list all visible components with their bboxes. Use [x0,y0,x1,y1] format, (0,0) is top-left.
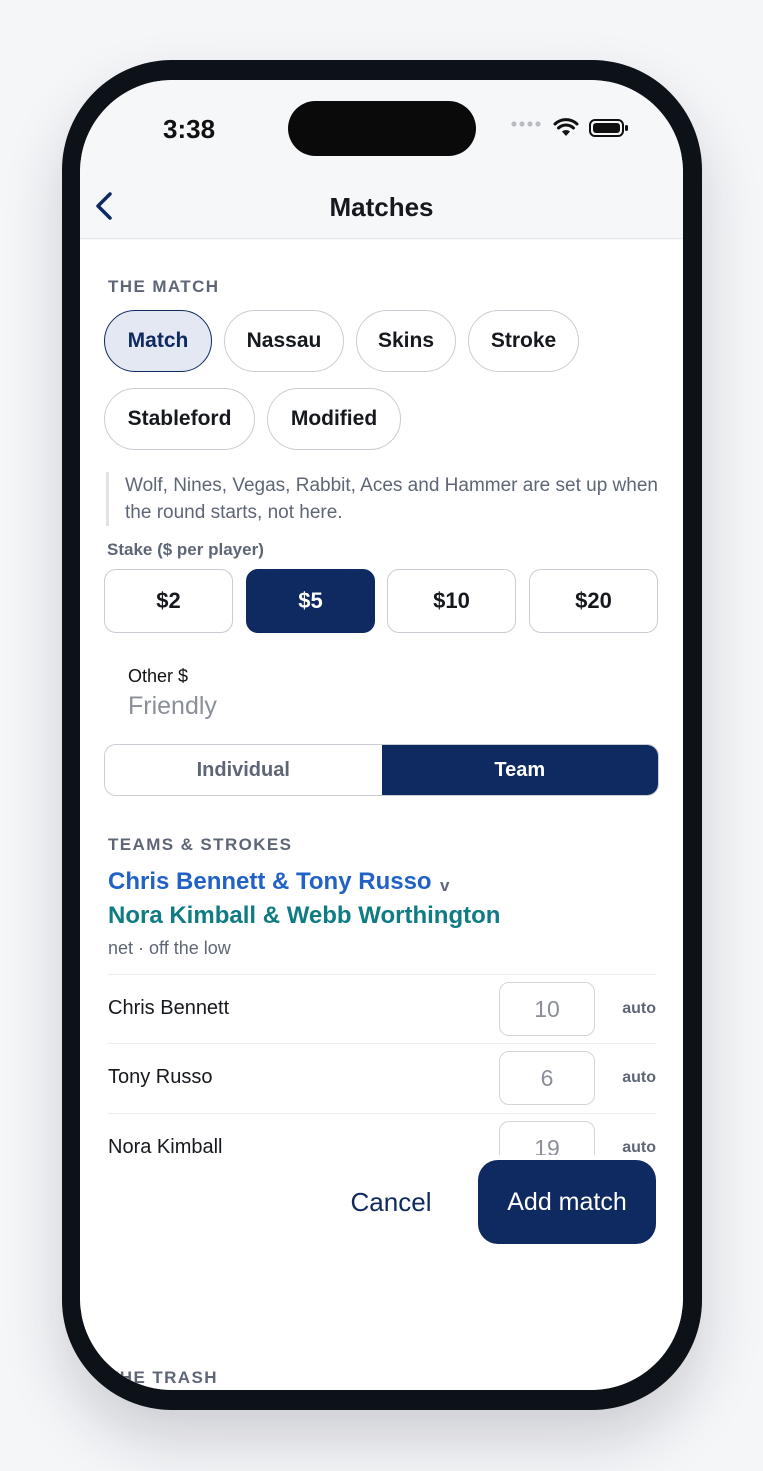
team-b-name: Nora Kimball & Webb Worthington [108,902,501,929]
format-chip-match[interactable]: Match [104,310,212,372]
stake-option-20[interactable]: $20 [529,569,658,633]
auto-tag: auto [622,1069,656,1086]
format-chip-modified[interactable]: Modified [267,388,401,450]
add-match-button[interactable]: Add match [478,1160,656,1244]
format-chip-skins[interactable]: Skins [356,310,456,372]
mode-individual[interactable]: Individual [105,745,382,795]
player-name: Tony Russo [108,1066,213,1088]
wifi-icon [553,118,579,136]
screen: 3:38 Matches THE MATCH Match Nassau Skin… [80,80,683,1390]
the-trash-heading: THE TRASH [108,1368,218,1387]
format-note: Wolf, Nines, Vegas, Rabbit, Aces and Ham… [106,472,665,526]
player-row: Tony Russo 6 auto [108,1043,656,1113]
battery-icon [589,119,628,137]
the-match-heading: THE MATCH [108,277,220,296]
page-title: Matches [329,192,434,222]
strokes-input[interactable]: 10 [499,982,595,1036]
format-chip-nassau[interactable]: Nassau [224,310,344,372]
other-stake-label: Other $ [128,666,189,686]
mode-segmented-control: Individual Team [104,744,659,796]
dynamic-island [288,101,476,156]
stake-option-5[interactable]: $5 [246,569,375,633]
teams-strokes-heading: TEAMS & STROKES [108,835,293,854]
mode-team[interactable]: Team [381,745,658,795]
status-time: 3:38 [163,114,216,144]
stake-label: Stake ($ per player) [107,540,264,559]
player-name: Chris Bennett [108,997,230,1019]
player-row: Chris Bennett 10 auto [108,974,656,1044]
nav-bar: Matches [80,180,683,239]
format-chip-stableford[interactable]: Stableford [104,388,255,450]
stake-option-2[interactable]: $2 [104,569,233,633]
signal-icon [511,121,541,127]
team-a-name: Chris Bennett & Tony Russo [108,868,432,895]
auto-tag: auto [622,1000,656,1017]
other-stake-input[interactable]: Friendly [128,692,217,721]
stake-option-10[interactable]: $10 [387,569,516,633]
cancel-button[interactable]: Cancel [338,1180,444,1224]
scoring-mode: net · off the low [108,938,231,958]
versus-label: v [440,876,450,895]
strokes-input[interactable]: 6 [499,1051,595,1105]
format-chip-stroke[interactable]: Stroke [468,310,579,372]
